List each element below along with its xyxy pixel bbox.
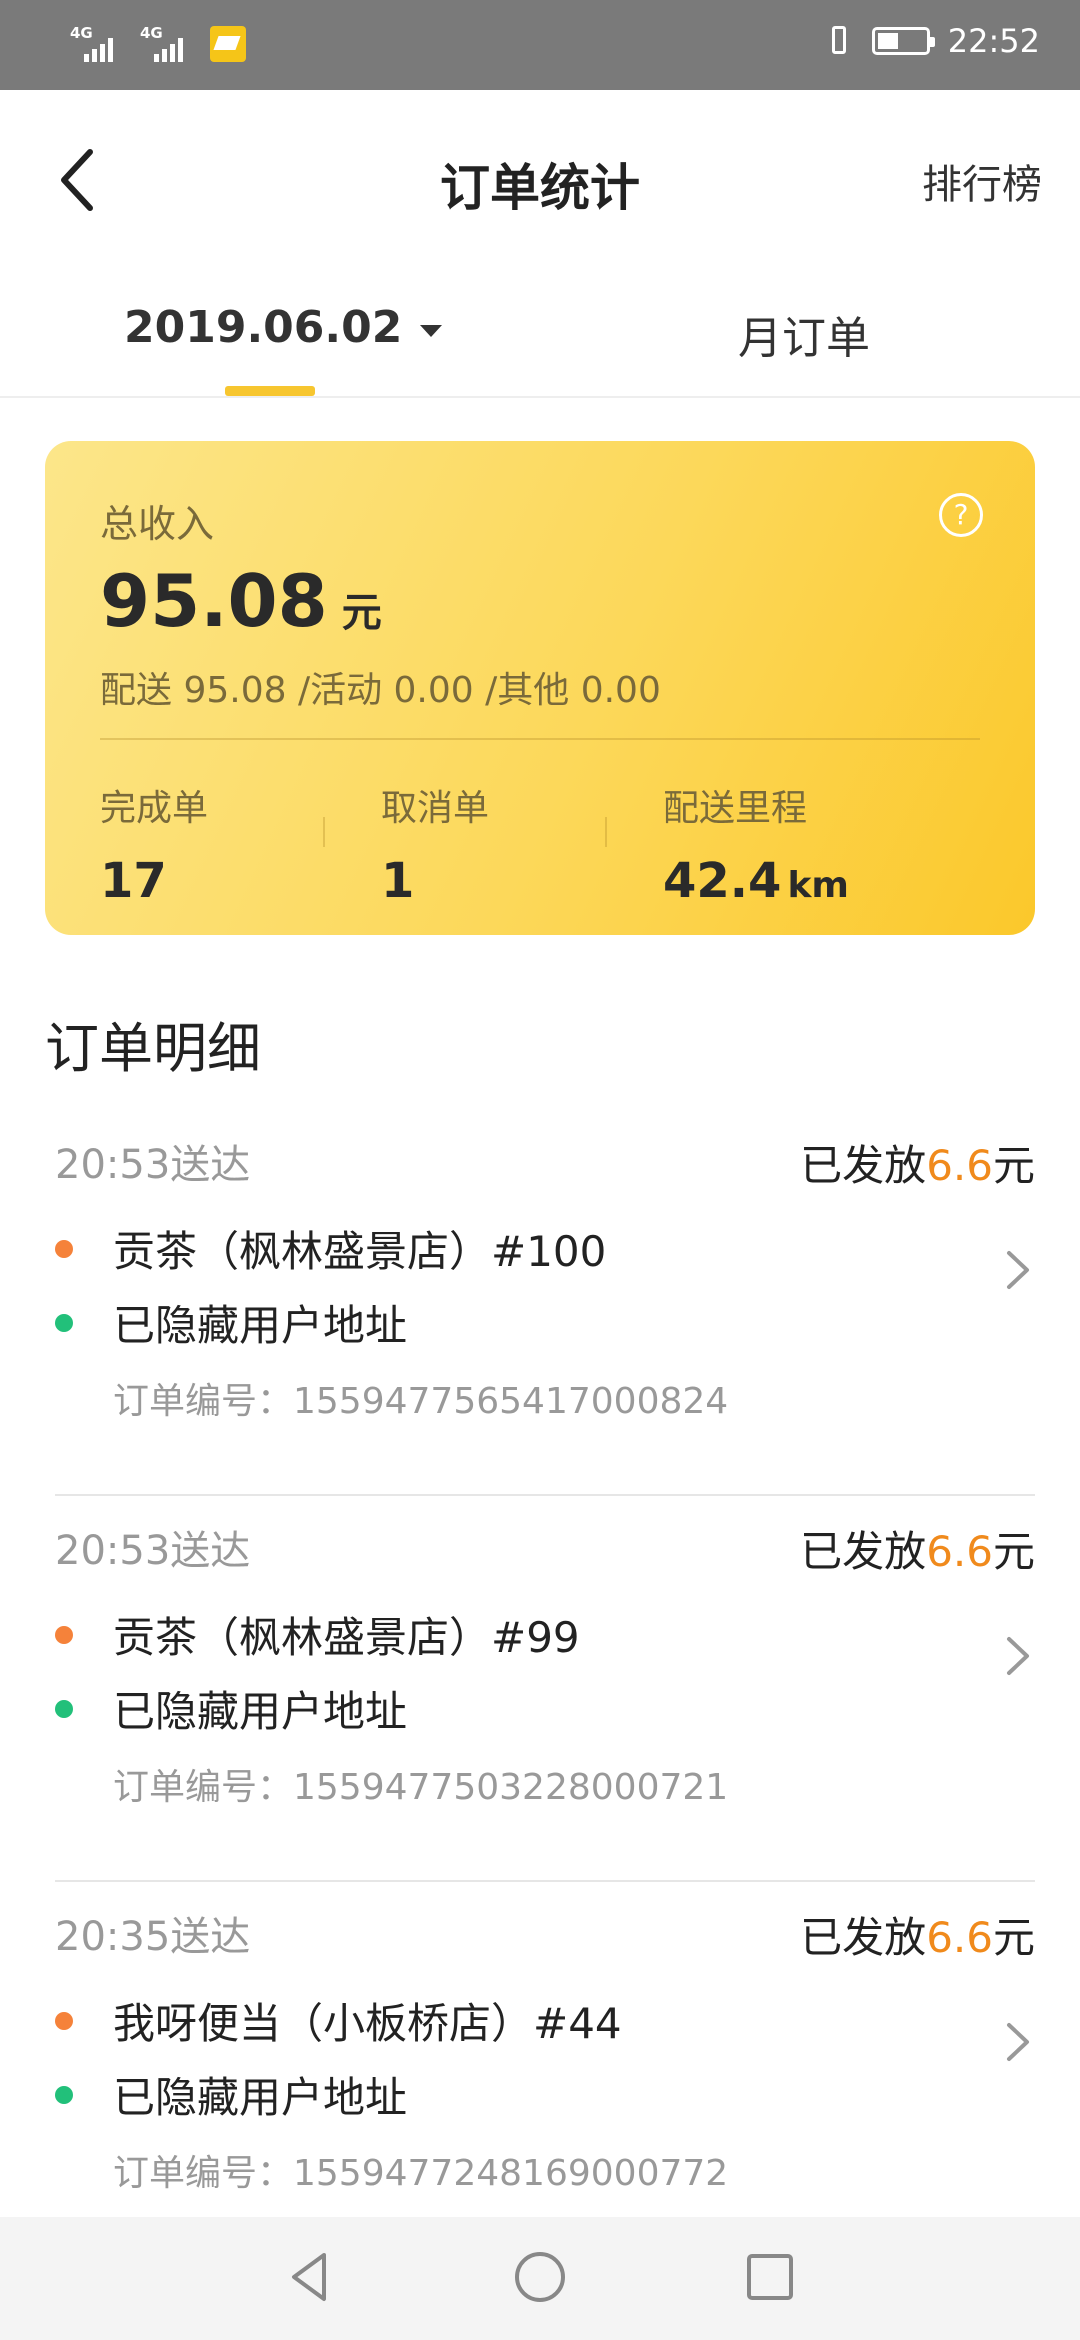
chevron-right-icon <box>1007 2023 1029 2061</box>
store-name: 贡茶（枫林盛景店）#99 <box>113 1613 580 1662</box>
app-notification-icon <box>210 26 246 62</box>
card-divider <box>100 738 980 740</box>
tab-monthly-orders[interactable]: 月订单 <box>738 302 870 366</box>
customer-address: 已隐藏用户地址 <box>113 2073 408 2122</box>
stat-divider <box>605 817 607 847</box>
total-income-label: 总收入 <box>100 502 215 546</box>
help-icon[interactable]: ? <box>939 493 983 537</box>
nav-home-button[interactable] <box>510 2247 570 2307</box>
pickup-dot-icon <box>55 1625 73 1644</box>
pickup-dot-icon <box>55 2011 73 2030</box>
signal-icon-2: 4G <box>140 22 196 66</box>
payout-status: 已发放6.6元 <box>800 1518 1035 1579</box>
signal-icon: 4G <box>70 22 126 66</box>
delivery-distance-value: 42.4 km <box>663 853 849 909</box>
app-header: 订单统计 排行榜 <box>0 90 1080 260</box>
distance-number: 42.4 <box>663 853 782 909</box>
chevron-right-icon <box>1007 1251 1029 1289</box>
cancelled-orders-stat: 取消单 1 <box>381 779 489 909</box>
chevron-right-icon <box>1007 1637 1029 1675</box>
address-row: 已隐藏用户地址 <box>55 1678 407 1739</box>
total-income-value: 95.08 <box>100 559 328 643</box>
dropoff-dot-icon <box>55 1313 73 1332</box>
store-row: 我呀便当（小板桥店）#44 <box>55 1990 622 2051</box>
payout-unit: 元 <box>992 1913 1035 1962</box>
stat-divider <box>323 817 325 847</box>
payout-prefix: 已发放 <box>800 1913 927 1962</box>
delivery-distance-stat: 配送里程 42.4 km <box>663 779 849 909</box>
order-item[interactable]: 20:35送达 已发放6.6元 我呀便当（小板桥店）#44 已隐藏用户地址 订单… <box>0 1882 1080 2268</box>
order-number: 订单编号：1559477248169000772 <box>113 2153 729 2194</box>
battery-icon <box>871 27 935 55</box>
vibrate-icon <box>824 24 854 58</box>
tab-bar: 2019.06.02 月订单 <box>0 260 1080 398</box>
order-number: 订单编号：1559477503228000721 <box>113 1767 729 1808</box>
address-row: 已隐藏用户地址 <box>55 1292 407 1353</box>
completed-orders-value: 17 <box>100 853 167 909</box>
pickup-dot-icon <box>55 1239 73 1258</box>
nav-back-icon <box>292 2253 326 2301</box>
delivery-time: 20:53送达 <box>55 1142 251 1188</box>
order-details-title: 订单明细 <box>45 1017 261 1080</box>
page-title: 订单统计 <box>440 159 640 217</box>
income-summary-card: 总收入 ? 95.08 元 配送 95.08 /活动 0.00 /其他 0.00 … <box>45 441 1035 935</box>
payout-status: 已发放6.6元 <box>800 1132 1035 1193</box>
nav-recents-button[interactable] <box>740 2247 800 2307</box>
dropoff-dot-icon <box>55 2085 73 2104</box>
order-item[interactable]: 20:53送达 已发放6.6元 贡茶（枫林盛景店）#100 已隐藏用户地址 订单… <box>0 1110 1080 1496</box>
tab-date-label: 2019.06.02 <box>124 302 403 353</box>
tab-active-indicator <box>225 386 315 396</box>
nav-back-button[interactable] <box>280 2247 340 2307</box>
payout-unit: 元 <box>992 1527 1035 1576</box>
dropoff-dot-icon <box>55 1699 73 1718</box>
payout-status: 已发放6.6元 <box>800 1904 1035 1965</box>
store-name: 我呀便当（小板桥店）#44 <box>113 1999 622 2048</box>
tab-date-picker[interactable]: 2019.06.02 <box>124 302 443 353</box>
completed-orders-stat: 完成单 17 <box>100 779 208 909</box>
income-breakdown: 配送 95.08 /活动 0.00 /其他 0.00 <box>100 670 661 711</box>
delivery-distance-label: 配送里程 <box>663 788 808 829</box>
payout-unit: 元 <box>992 1141 1035 1190</box>
leaderboard-link[interactable]: 排行榜 <box>922 152 1042 210</box>
payout-amount: 6.6 <box>926 1913 993 1962</box>
total-income-unit: 元 <box>341 590 382 636</box>
store-name: 贡茶（枫林盛景店）#100 <box>113 1227 607 1276</box>
payout-amount: 6.6 <box>926 1527 993 1576</box>
store-row: 贡茶（枫林盛景店）#99 <box>55 1604 580 1665</box>
system-nav-bar <box>0 2217 1080 2340</box>
cancelled-orders-label: 取消单 <box>381 788 490 829</box>
status-right: 22:52 <box>824 22 1040 60</box>
delivery-time: 20:35送达 <box>55 1914 251 1960</box>
distance-unit: km <box>787 865 849 906</box>
nav-recents-icon <box>747 2254 793 2300</box>
dropdown-caret-icon <box>420 324 443 337</box>
cancelled-orders-value: 1 <box>381 853 415 909</box>
customer-address: 已隐藏用户地址 <box>113 1687 408 1736</box>
status-left: 4G 4G <box>70 22 246 66</box>
payout-prefix: 已发放 <box>800 1527 927 1576</box>
payout-amount: 6.6 <box>926 1141 993 1190</box>
nav-home-icon <box>515 2252 565 2302</box>
status-time: 22:52 <box>947 22 1040 60</box>
address-row: 已隐藏用户地址 <box>55 2064 407 2125</box>
store-row: 贡茶（枫林盛景店）#100 <box>55 1218 606 1279</box>
order-item[interactable]: 20:53送达 已发放6.6元 贡茶（枫林盛景店）#99 已隐藏用户地址 订单编… <box>0 1496 1080 1882</box>
delivery-time: 20:53送达 <box>55 1528 251 1574</box>
completed-orders-label: 完成单 <box>100 788 209 829</box>
status-bar: 4G 4G 22:52 <box>0 0 1080 90</box>
order-number: 订单编号：1559477565417000824 <box>113 1381 729 1422</box>
customer-address: 已隐藏用户地址 <box>113 1301 408 1350</box>
total-income-amount: 95.08 元 <box>100 559 382 643</box>
payout-prefix: 已发放 <box>800 1141 927 1190</box>
